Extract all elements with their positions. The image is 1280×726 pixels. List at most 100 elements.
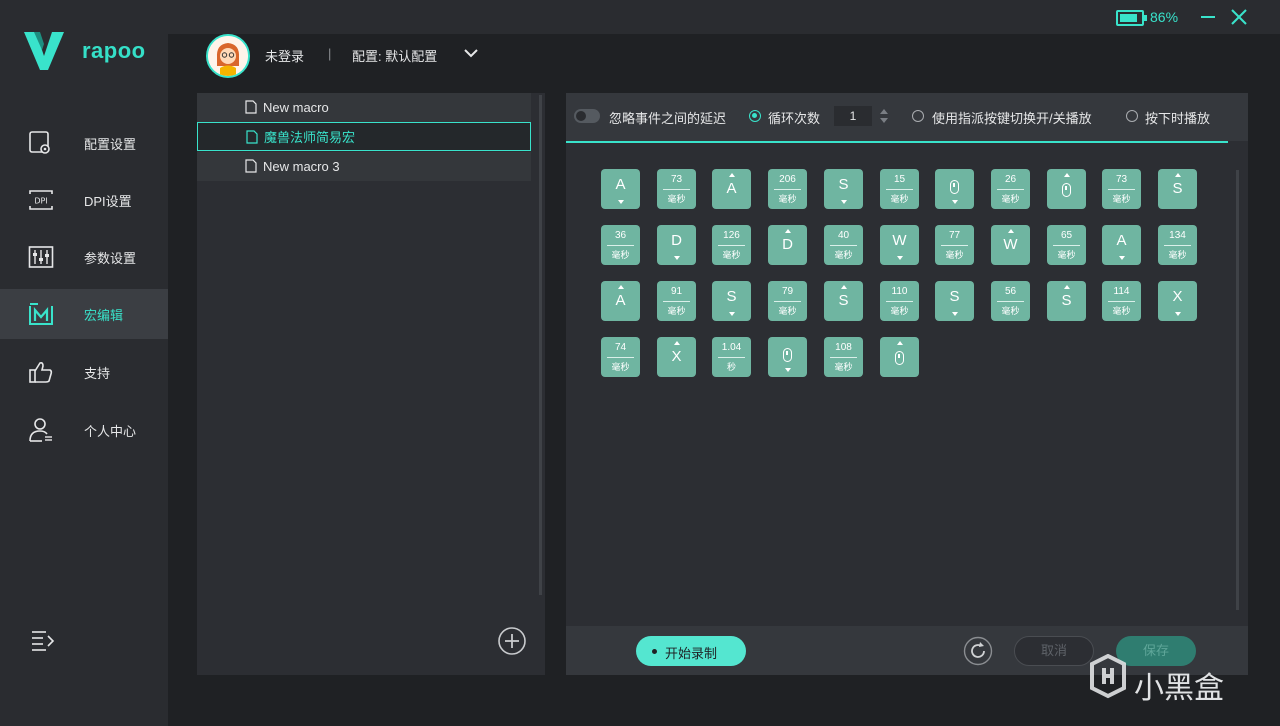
delay-step[interactable]: 206 毫秒 — [768, 169, 807, 209]
delay-step[interactable]: 74 毫秒 — [601, 337, 640, 377]
key-down-step[interactable]: X — [1158, 281, 1197, 321]
arrow-up-icon — [784, 229, 791, 233]
mouse-down-step[interactable] — [768, 337, 807, 377]
delay-step[interactable]: 40 毫秒 — [824, 225, 863, 265]
delay-unit: 毫秒 — [834, 250, 853, 260]
file-icon — [245, 159, 257, 173]
macro-list-item[interactable]: New macro 3 — [197, 152, 531, 181]
key-up-step[interactable]: S — [1047, 281, 1086, 321]
key-up-step[interactable]: S — [824, 281, 863, 321]
delay-divider — [718, 245, 745, 246]
key-down-step[interactable]: W — [880, 225, 919, 265]
arrow-up-icon — [840, 285, 847, 289]
add-macro-button[interactable] — [497, 626, 527, 656]
key-label: S — [726, 288, 737, 305]
config-selector[interactable]: 配置: 默认配置 — [352, 46, 437, 65]
delay-step[interactable]: 114 毫秒 — [1102, 281, 1141, 321]
delay-step[interactable]: 26 毫秒 — [991, 169, 1030, 209]
delay-unit: 毫秒 — [1001, 306, 1020, 316]
avatar-icon — [208, 36, 248, 76]
delay-value: 91 — [670, 286, 683, 297]
key-label: X — [671, 348, 682, 365]
delay-step[interactable]: 79 毫秒 — [768, 281, 807, 321]
sidebar-item-dpi[interactable]: DPI DPI设置 — [0, 175, 168, 225]
delay-divider — [941, 245, 968, 246]
reset-icon[interactable] — [963, 636, 993, 666]
sidebar-item-config[interactable]: 配置设置 — [0, 118, 168, 168]
sidebar-item-params[interactable]: 参数设置 — [0, 232, 168, 282]
delay-step[interactable]: 15 毫秒 — [880, 169, 919, 209]
key-label: W — [1003, 236, 1018, 253]
arrow-down-icon — [728, 312, 735, 316]
delay-divider — [774, 189, 801, 190]
macro-list-scrollbar[interactable] — [539, 95, 542, 595]
options-bar-accent — [566, 141, 1228, 143]
key-up-step[interactable]: S — [1158, 169, 1197, 209]
mouse-down-step[interactable] — [935, 169, 974, 209]
login-status[interactable]: 未登录 — [265, 46, 304, 65]
delay-value: 74 — [614, 342, 627, 353]
macro-list-item-selected[interactable]: 魔兽法师简易宏 — [197, 122, 531, 151]
macro-item-label: New macro 3 — [263, 159, 340, 174]
key-up-step[interactable]: X — [657, 337, 696, 377]
delay-step[interactable]: 134 毫秒 — [1158, 225, 1197, 265]
toggle-by-key-radio[interactable] — [912, 110, 924, 122]
delay-step[interactable]: 73 毫秒 — [1102, 169, 1141, 209]
delay-step[interactable]: 36 毫秒 — [601, 225, 640, 265]
delay-value: 73 — [670, 174, 683, 185]
file-icon — [245, 100, 257, 114]
delay-step[interactable]: 126 毫秒 — [712, 225, 751, 265]
key-down-step[interactable]: S — [824, 169, 863, 209]
delay-step[interactable]: 1.04 秒 — [712, 337, 751, 377]
loop-count-radio[interactable] — [749, 110, 761, 122]
mouse-up-step[interactable] — [1047, 169, 1086, 209]
delay-step[interactable]: 108 毫秒 — [824, 337, 863, 377]
sidebar-item-label: 配置设置 — [84, 136, 137, 152]
sidebar-item-support[interactable]: 支持 — [0, 347, 168, 397]
chevron-down-icon[interactable] — [463, 46, 479, 60]
delay-step[interactable]: 91 毫秒 — [657, 281, 696, 321]
loop-count-stepper[interactable] — [878, 106, 890, 126]
delay-value: 206 — [779, 174, 796, 185]
key-down-step[interactable]: A — [1102, 225, 1141, 265]
sidebar-item-profile[interactable]: 个人中心 — [0, 405, 168, 455]
play-while-pressed-radio[interactable] — [1126, 110, 1138, 122]
key-up-step[interactable]: A — [712, 169, 751, 209]
avatar[interactable] — [206, 34, 250, 78]
macro-list-panel: New macro 魔兽法师简易宏 New macro 3 — [197, 93, 545, 675]
delay-step[interactable]: 56 毫秒 — [991, 281, 1030, 321]
collapse-menu-icon[interactable] — [30, 628, 56, 652]
delay-value: 108 — [835, 342, 852, 353]
delay-step[interactable]: 110 毫秒 — [880, 281, 919, 321]
arrow-down-icon — [617, 200, 624, 204]
sidebar-item-label: 个人中心 — [84, 423, 137, 439]
macro-list-item[interactable]: New macro — [197, 93, 531, 122]
record-dot-icon — [652, 649, 657, 654]
minimize-icon[interactable] — [1200, 8, 1216, 24]
key-up-step[interactable]: A — [601, 281, 640, 321]
svg-text:DPI: DPI — [34, 197, 47, 206]
delay-step[interactable]: 77 毫秒 — [935, 225, 974, 265]
steps-scrollbar[interactable] — [1236, 170, 1239, 610]
sidebar-item-label: 宏编辑 — [84, 307, 124, 323]
cancel-button[interactable]: 取消 — [1014, 636, 1094, 666]
key-down-step[interactable]: S — [712, 281, 751, 321]
delay-step[interactable]: 65 毫秒 — [1047, 225, 1086, 265]
sidebar-item-macro[interactable]: 宏编辑 — [0, 289, 168, 339]
delay-step[interactable]: 73 毫秒 — [657, 169, 696, 209]
key-up-step[interactable]: D — [768, 225, 807, 265]
arrow-down-icon — [673, 256, 680, 260]
loop-count-input[interactable]: 1 — [834, 106, 872, 126]
delay-value: 36 — [614, 230, 627, 241]
key-down-step[interactable]: D — [657, 225, 696, 265]
close-icon[interactable] — [1230, 8, 1248, 26]
mouse-up-step[interactable] — [880, 337, 919, 377]
key-up-step[interactable]: W — [991, 225, 1030, 265]
start-record-button[interactable]: 开始录制 — [636, 636, 746, 666]
key-down-step[interactable]: A — [601, 169, 640, 209]
key-down-step[interactable]: S — [935, 281, 974, 321]
delay-value: 114 — [1113, 286, 1130, 297]
key-label: S — [1172, 180, 1183, 197]
delay-unit: 毫秒 — [611, 250, 630, 260]
ignore-delay-toggle[interactable] — [574, 109, 600, 123]
